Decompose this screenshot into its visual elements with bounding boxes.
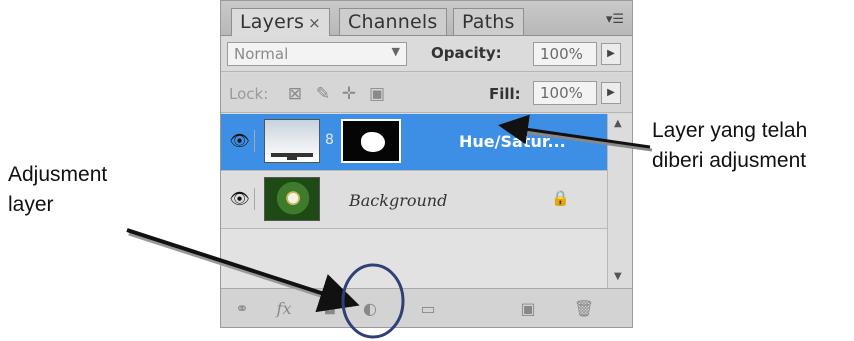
annotation-left-line1: Adjusment — [8, 163, 108, 186]
close-icon[interactable]: × — [308, 14, 321, 32]
chain-link-icon[interactable]: 8 — [325, 132, 334, 148]
layer-name[interactable]: Hue/Satur... — [459, 132, 566, 151]
annotation-right-line1: Layer yang telah — [652, 119, 808, 142]
panel-menu-icon[interactable]: ▾☰ — [600, 11, 624, 29]
layer-name[interactable]: Background — [349, 191, 447, 210]
tab-layers[interactable]: Layers × — [231, 8, 330, 36]
background-thumbnail — [264, 177, 320, 221]
tab-paths-label: Paths — [462, 11, 515, 33]
scroll-down-icon[interactable]: ▼ — [614, 271, 622, 282]
layers-list: 👁 8 Hue/Satur... 👁 Background 🔒 ▲ ▼ — [221, 114, 632, 288]
annotation-layer-adjusted: Layer yang telah diberi adjusment — [652, 116, 807, 176]
lock-fill-row: Lock: ⊠ ✎ ✛ ▣ Fill: 100% ▶ — [221, 73, 632, 113]
blend-opacity-row: Normal ▼ Opacity: 100% ▶ — [221, 36, 632, 72]
chevron-down-icon: ▼ — [391, 45, 400, 58]
add-mask-icon[interactable]: ◘ — [319, 299, 341, 319]
lock-icon: 🔒 — [551, 189, 570, 207]
lock-all-icon[interactable]: ▣ — [367, 84, 387, 104]
adjustment-thumbnail — [264, 119, 320, 163]
tab-paths[interactable]: Paths — [453, 8, 524, 35]
fill-field[interactable]: 100% — [533, 81, 597, 105]
fx-icon[interactable]: fx — [273, 299, 295, 319]
layer-mask-thumbnail[interactable] — [341, 119, 401, 163]
annotation-adjustment-layer: Adjusment layer — [8, 160, 107, 220]
annotation-right-line2: diberi adjusment — [652, 149, 807, 172]
opacity-label: Opacity: — [431, 44, 502, 62]
layer-row-background[interactable]: 👁 Background 🔒 — [221, 172, 609, 229]
layers-panel: Layers × Channels Paths ▾☰ Normal ▼ Opaci… — [220, 0, 633, 328]
tab-channels[interactable]: Channels — [339, 8, 447, 35]
panel-tab-bar: Layers × Channels Paths ▾☰ — [221, 1, 632, 36]
new-layer-icon[interactable]: ▣ — [517, 299, 539, 319]
mask-shape — [361, 132, 385, 152]
visibility-eye-icon[interactable]: 👁 — [225, 188, 255, 210]
lock-label: Lock: — [229, 85, 269, 103]
adjustment-base-icon — [287, 157, 297, 160]
lock-position-icon[interactable]: ✛ — [339, 84, 359, 104]
blend-mode-value: Normal — [234, 45, 289, 63]
opacity-field[interactable]: 100% — [533, 42, 597, 66]
blend-mode-select[interactable]: Normal ▼ — [227, 42, 407, 66]
fill-value: 100% — [540, 84, 583, 102]
fill-arrow-icon[interactable]: ▶ — [601, 82, 621, 104]
trash-icon[interactable]: 🗑 — [573, 299, 595, 319]
opacity-value: 100% — [540, 45, 583, 63]
adjustment-layer-icon[interactable]: ◐ — [359, 299, 381, 319]
lock-transparency-icon[interactable]: ⊠ — [285, 84, 305, 104]
lock-pixels-icon[interactable]: ✎ — [313, 84, 333, 104]
panel-footer: ⚭ fx ◘ ◐ ▭ ▣ 🗑 — [221, 288, 632, 327]
layer-row-hue-saturation[interactable]: 👁 8 Hue/Satur... — [221, 114, 609, 171]
fill-label: Fill: — [489, 85, 521, 103]
new-group-icon[interactable]: ▭ — [417, 299, 439, 319]
link-layers-icon[interactable]: ⚭ — [231, 299, 253, 319]
scroll-up-icon[interactable]: ▲ — [614, 118, 622, 129]
tab-layers-label: Layers — [240, 11, 305, 33]
annotation-left-line2: layer — [8, 193, 54, 216]
visibility-eye-icon[interactable]: 👁 — [225, 130, 255, 152]
opacity-arrow-icon[interactable]: ▶ — [601, 43, 621, 65]
tab-channels-label: Channels — [348, 11, 438, 33]
layers-scrollbar[interactable]: ▲ ▼ — [607, 114, 632, 288]
